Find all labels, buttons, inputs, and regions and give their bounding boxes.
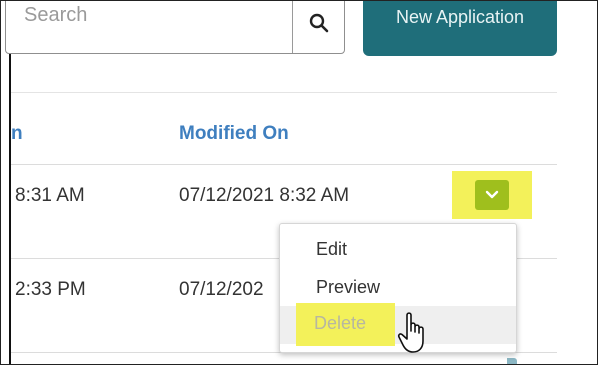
search-input[interactable]: Search (24, 4, 87, 27)
row-1-modified-on: 07/12/2021 8:32 AM (179, 185, 350, 206)
search-button[interactable] (293, 1, 345, 53)
hand-cursor-icon (397, 312, 424, 353)
row-divider (11, 164, 557, 165)
app-window: Search New Application n Modified On 8:3… (0, 0, 598, 365)
row-3-actions-button[interactable] (507, 358, 517, 364)
left-divider (9, 1, 11, 364)
row-1-created-time: 8:31 AM (15, 185, 85, 206)
new-application-button[interactable]: New Application (363, 1, 557, 56)
menu-item-delete[interactable]: Delete (314, 313, 366, 334)
chevron-down-icon (485, 190, 499, 199)
column-header-modified-on[interactable]: Modified On (179, 123, 289, 145)
search-icon (309, 13, 329, 32)
row-2-modified-on: 07/12/202 (179, 279, 264, 300)
menu-item-preview[interactable]: Preview (280, 268, 516, 306)
row-actions-dropdown-button[interactable] (475, 180, 509, 210)
header-separator (11, 92, 557, 93)
search-field[interactable]: Search (5, 1, 345, 54)
row-action-highlight (452, 171, 532, 219)
column-header-partial[interactable]: n (11, 123, 23, 145)
row-2-created-time: 2:33 PM (15, 279, 86, 300)
menu-item-edit[interactable]: Edit (280, 230, 516, 268)
